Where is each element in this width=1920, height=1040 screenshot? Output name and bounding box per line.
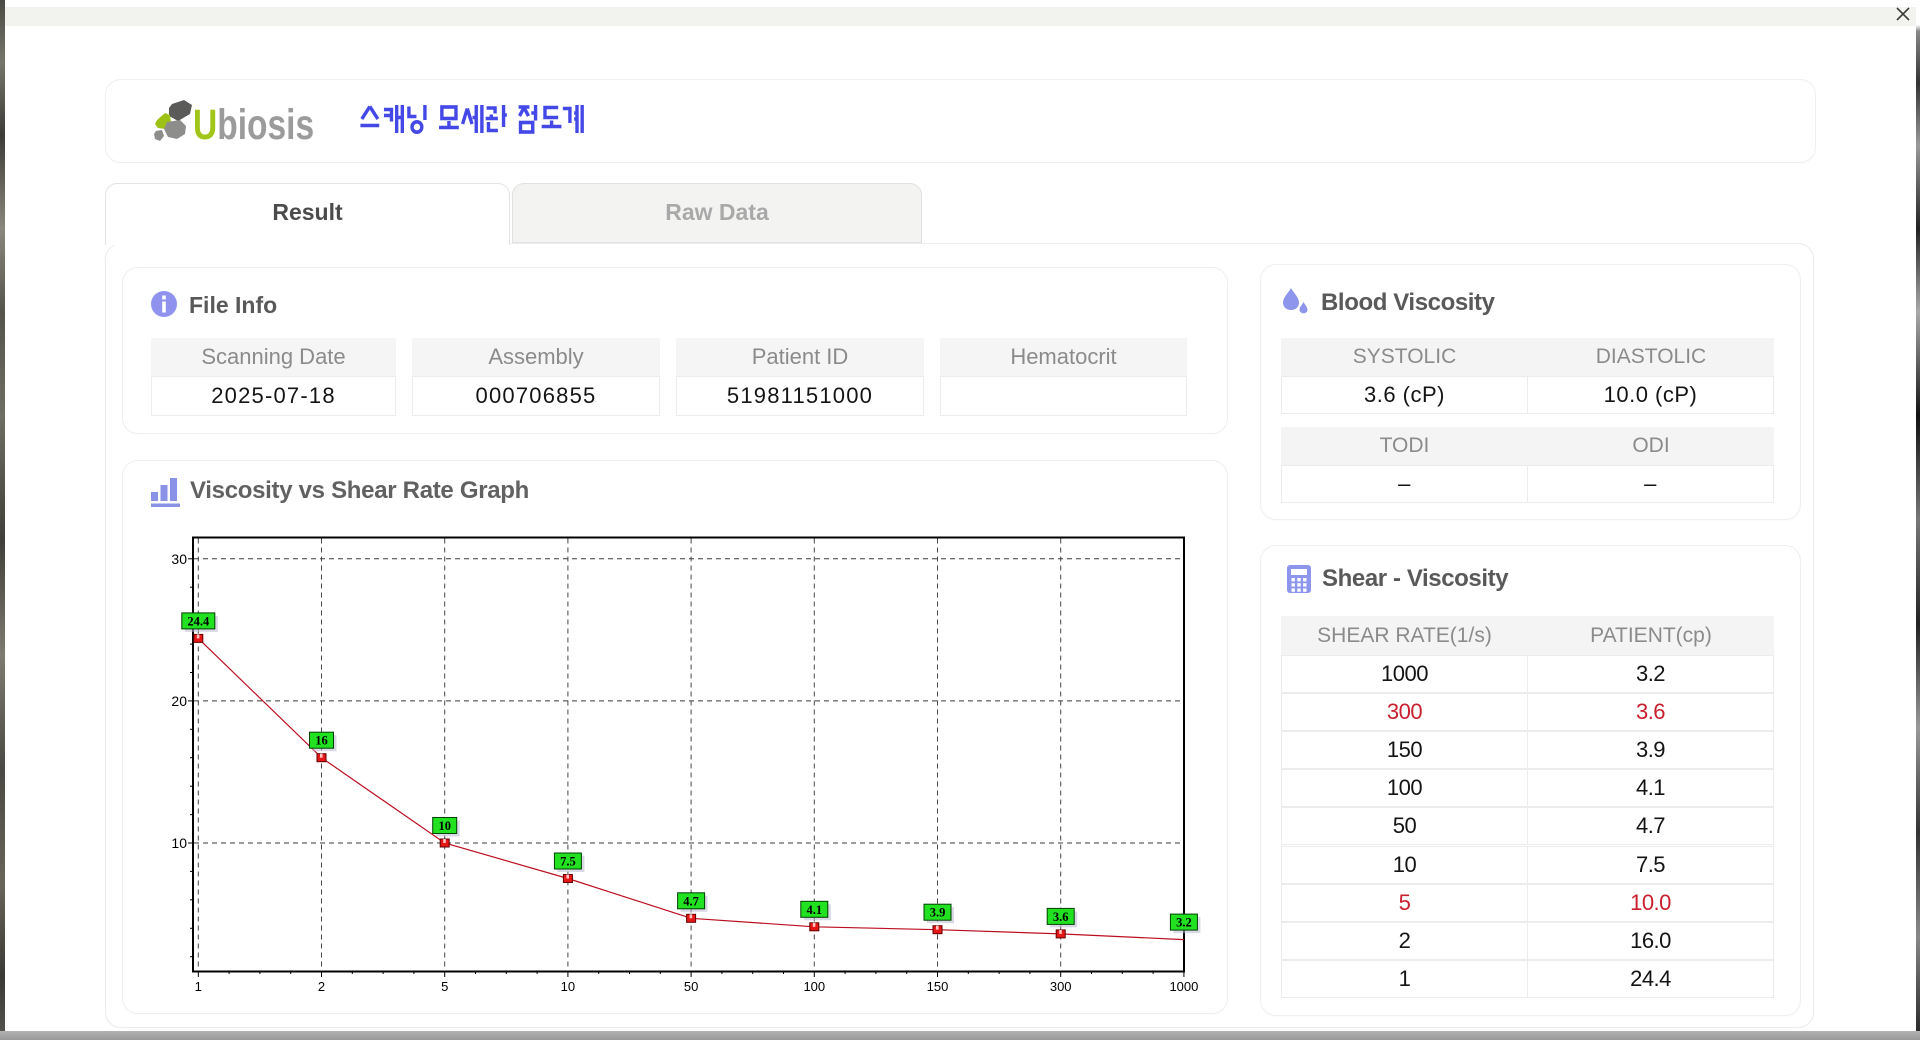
svg-text:10: 10 bbox=[561, 979, 575, 994]
svg-text:3.9: 3.9 bbox=[930, 906, 946, 920]
svg-text:2: 2 bbox=[318, 979, 325, 994]
svg-text:10: 10 bbox=[171, 835, 187, 851]
svg-text:300: 300 bbox=[1050, 979, 1072, 994]
svg-text:1000: 1000 bbox=[1169, 979, 1198, 994]
svg-text:150: 150 bbox=[927, 979, 949, 994]
svg-text:10: 10 bbox=[438, 819, 451, 833]
svg-text:3.2: 3.2 bbox=[1176, 916, 1192, 930]
svg-text:4.1: 4.1 bbox=[806, 903, 822, 917]
svg-text:50: 50 bbox=[684, 979, 698, 994]
svg-text:1: 1 bbox=[195, 979, 202, 994]
svg-text:3.6: 3.6 bbox=[1053, 910, 1069, 924]
svg-text:7.5: 7.5 bbox=[560, 855, 576, 869]
svg-text:4.7: 4.7 bbox=[683, 894, 699, 908]
svg-text:30: 30 bbox=[171, 551, 187, 567]
svg-text:24.4: 24.4 bbox=[187, 614, 210, 628]
svg-text:16: 16 bbox=[315, 734, 328, 748]
svg-text:5: 5 bbox=[441, 979, 448, 994]
svg-text:Ubiosis: Ubiosis bbox=[193, 101, 314, 146]
svg-text:20: 20 bbox=[171, 693, 187, 709]
svg-text:100: 100 bbox=[803, 979, 825, 994]
